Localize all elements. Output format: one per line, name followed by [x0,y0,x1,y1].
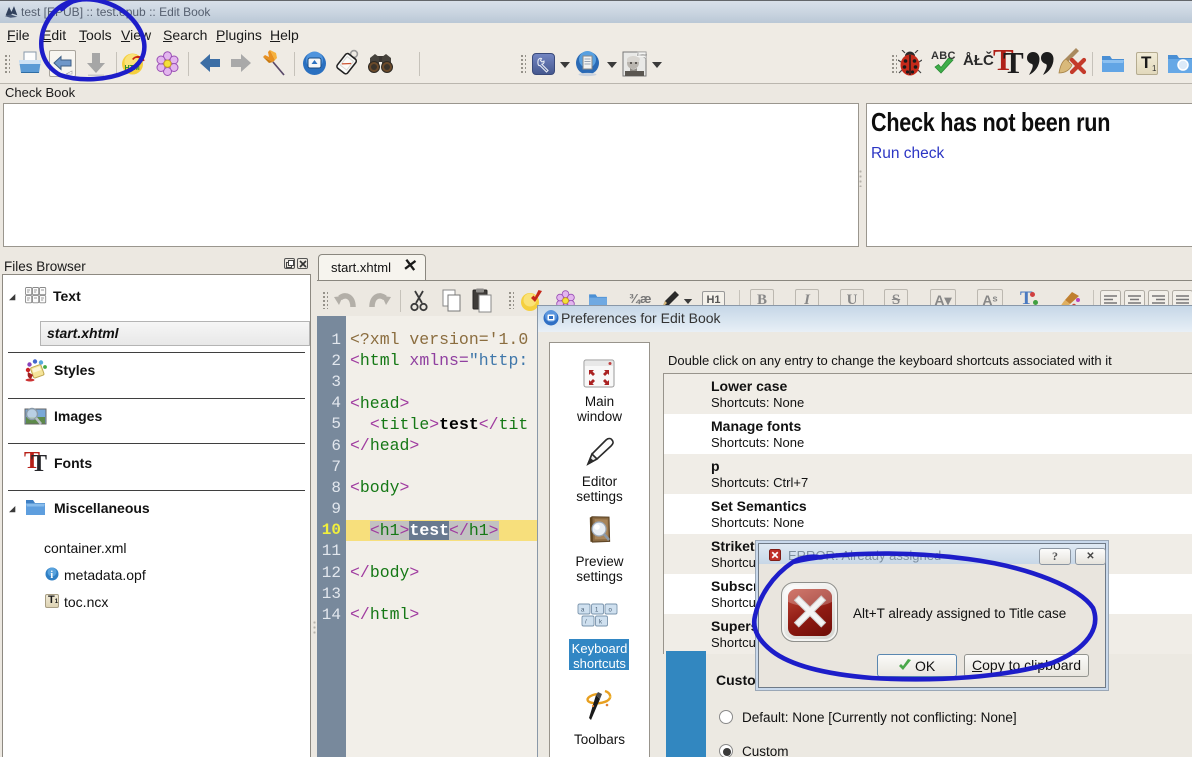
svg-text:E=mc²: E=mc² [637,53,647,57]
svg-text:HTM: HTM [125,65,140,72]
svg-text:i: i [50,570,53,581]
